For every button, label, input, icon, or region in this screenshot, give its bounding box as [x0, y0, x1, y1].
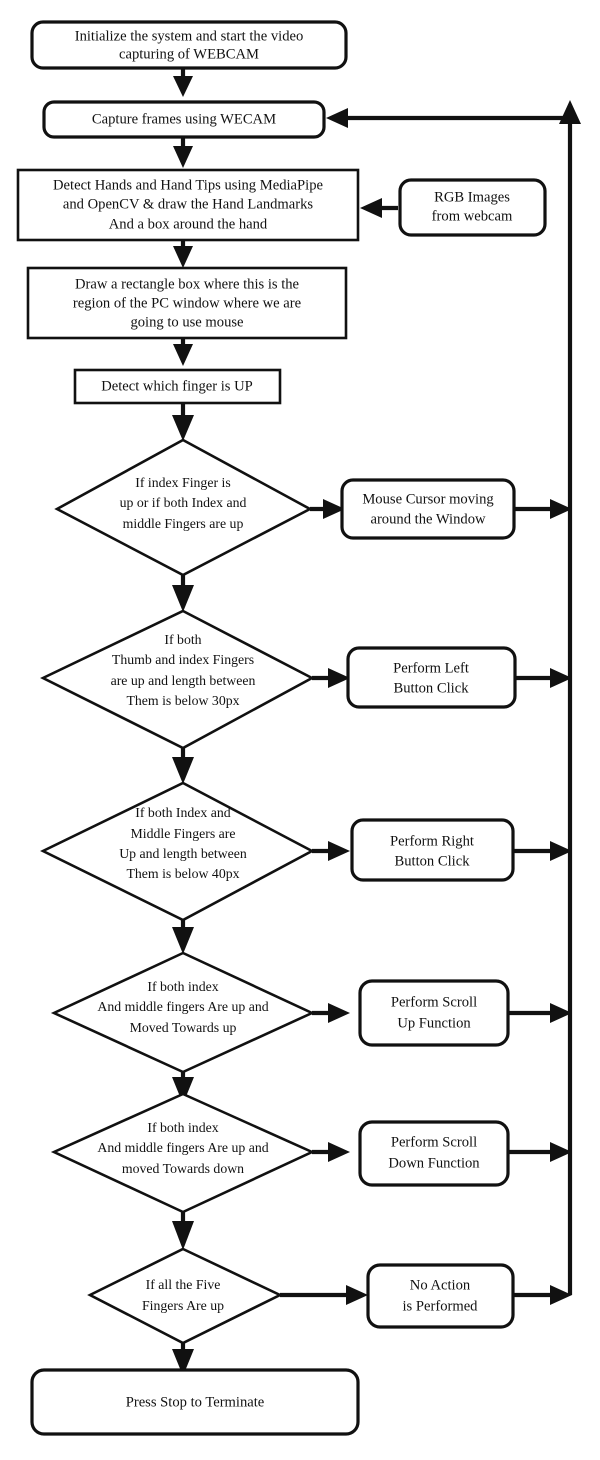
decision-right-label-line4: Them is below 40px	[126, 866, 239, 881]
capture-frames-label: Capture frames using WECAM	[92, 111, 276, 127]
action-cursor-label-line1: Mouse Cursor moving	[362, 491, 494, 507]
action-no-action-label-line2: is Performed	[403, 1298, 479, 1314]
terminate-label: Press Stop to Terminate	[126, 1394, 265, 1410]
node-decision-five-fingers: If all the Five Fingers Are up	[87, 1247, 283, 1345]
draw-rectangle-label-line2: region of the PC window where we are	[73, 295, 301, 311]
action-scroll-up-label-line2: Up Function	[397, 1015, 471, 1031]
arrowhead-capture-to-detect	[173, 146, 193, 168]
decision-left-label-line1: If both	[164, 632, 201, 647]
action-no-action-box	[366, 1263, 515, 1329]
detect-finger-up-label: Detect which finger is UP	[101, 378, 253, 394]
node-decision-scroll-up: If both index And middle fingers Are up …	[50, 951, 316, 1074]
node-capture-frames: Capture frames using WECAM	[42, 100, 326, 139]
decision-five-label-line1: If all the Five	[146, 1277, 221, 1292]
node-detect-finger-up: Detect which finger is UP	[73, 368, 282, 405]
action-right-label-line1: Perform Right	[390, 833, 474, 849]
node-action-left-click: Perform Left Button Click	[346, 646, 517, 709]
arrowhead-dleft-to-dright	[172, 757, 194, 784]
decision-left-label-line4: Them is below 30px	[126, 693, 239, 708]
action-cursor-box	[340, 478, 516, 540]
node-action-cursor: Mouse Cursor moving around the Window	[340, 478, 516, 540]
draw-rectangle-label-line3: going to use mouse	[130, 314, 243, 330]
detect-hands-label-line2: and OpenCV & draw the Hand Landmarks	[63, 196, 314, 212]
node-decision-right-click: If both Index and Middle Fingers are Up …	[40, 781, 315, 922]
arrowhead-start-to-capture	[173, 76, 193, 97]
node-detect-hands: Detect Hands and Hand Tips using MediaPi…	[16, 168, 360, 242]
action-left-click-box	[346, 646, 517, 709]
decision-cursor-label-line1: If index Finger is	[135, 475, 230, 490]
decision-scroll-up-label-line2: And middle fingers Are up and	[97, 999, 268, 1014]
start-label-line2: capturing of WEBCAM	[119, 46, 259, 62]
action-scroll-up-label-line1: Perform Scroll	[391, 994, 477, 1010]
node-terminate: Press Stop to Terminate	[30, 1368, 360, 1436]
flowchart-diagram: Initialize the system and start the vide…	[0, 0, 600, 1460]
node-decision-cursor: If index Finger is up or if both Index a…	[54, 438, 313, 577]
arrowhead-dsup-to-asup	[328, 1003, 350, 1023]
arrowhead-dright-to-aright	[328, 841, 350, 861]
arrowhead-dfive-to-anone	[346, 1285, 368, 1305]
decision-scroll-down-label-line3: moved Towards down	[122, 1161, 244, 1176]
decision-right-label-line2: Middle Fingers are	[131, 826, 236, 841]
decision-scroll-down-label-line2: And middle fingers Are up and	[97, 1140, 268, 1155]
decision-left-label-line2: Thumb and index Fingers	[112, 652, 254, 667]
node-action-no-action: No Action is Performed	[366, 1263, 515, 1329]
decision-five-fingers-diamond	[87, 1247, 283, 1345]
action-scroll-down-label-line1: Perform Scroll	[391, 1134, 477, 1150]
action-left-label-line2: Button Click	[394, 680, 470, 696]
action-no-action-label-line1: No Action	[410, 1277, 471, 1293]
detect-hands-label-line3: And a box around the hand	[109, 216, 268, 232]
node-rgb-images: RGB Images from webcam	[398, 178, 547, 237]
action-right-label-line2: Button Click	[395, 853, 471, 869]
decision-scroll-up-label-line3: Moved Towards up	[130, 1020, 237, 1035]
decision-scroll-up-label-line1: If both index	[147, 979, 218, 994]
draw-rectangle-label-line1: Draw a rectangle box where this is the	[75, 276, 299, 292]
arrowhead-dsdn-to-asdn	[328, 1142, 350, 1162]
decision-five-label-line2: Fingers Are up	[142, 1298, 224, 1313]
start-label-line1: Initialize the system and start the vide…	[75, 28, 304, 44]
action-left-label-line1: Perform Left	[393, 660, 469, 676]
action-scroll-down-box	[358, 1120, 510, 1187]
arrowhead-drawrect-to-detectup	[173, 344, 193, 366]
action-scroll-up-box	[358, 979, 510, 1047]
arrowhead-rgb-to-detect	[360, 198, 382, 218]
arrowhead-return-to-capture	[326, 108, 348, 128]
decision-right-label-line1: If both Index and	[135, 805, 231, 820]
decision-cursor-label-line3: middle Fingers are up	[123, 516, 244, 531]
flowchart-canvas: Initialize the system and start the vide…	[16, 20, 581, 1436]
rgb-images-label-line2: from webcam	[432, 208, 513, 224]
node-decision-scroll-down: If both index And middle fingers Are up …	[50, 1092, 316, 1214]
detect-hands-label-line1: Detect Hands and Hand Tips using MediaPi…	[53, 177, 323, 193]
node-decision-left-click: If both Thumb and index Fingers are up a…	[40, 609, 315, 750]
node-draw-rectangle: Draw a rectangle box where this is the r…	[26, 266, 348, 340]
arrowhead-dsdn-to-dfive	[172, 1221, 194, 1250]
arrowhead-dright-to-dsup	[172, 927, 194, 954]
decision-scroll-down-label-line1: If both index	[147, 1120, 218, 1135]
node-action-right-click: Perform Right Button Click	[350, 818, 515, 882]
arrowhead-detectup-to-dcursor	[172, 415, 194, 441]
decision-right-label-line3: Up and length between	[119, 846, 247, 861]
arrowhead-dcursor-to-dleft	[172, 585, 194, 612]
rgb-images-label-line1: RGB Images	[434, 189, 510, 205]
node-start: Initialize the system and start the vide…	[30, 20, 348, 70]
action-right-click-box	[350, 818, 515, 882]
action-scroll-down-label-line2: Down Function	[388, 1155, 480, 1171]
arrowhead-detect-to-drawrect	[173, 246, 193, 268]
node-action-scroll-down: Perform Scroll Down Function	[358, 1120, 510, 1187]
node-action-scroll-up: Perform Scroll Up Function	[358, 979, 510, 1047]
decision-cursor-label-line2: up or if both Index and	[120, 495, 247, 510]
arrowhead-rail-upturn	[559, 100, 581, 124]
decision-left-label-line3: are up and length between	[111, 673, 256, 688]
action-cursor-label-line2: around the Window	[370, 511, 486, 527]
